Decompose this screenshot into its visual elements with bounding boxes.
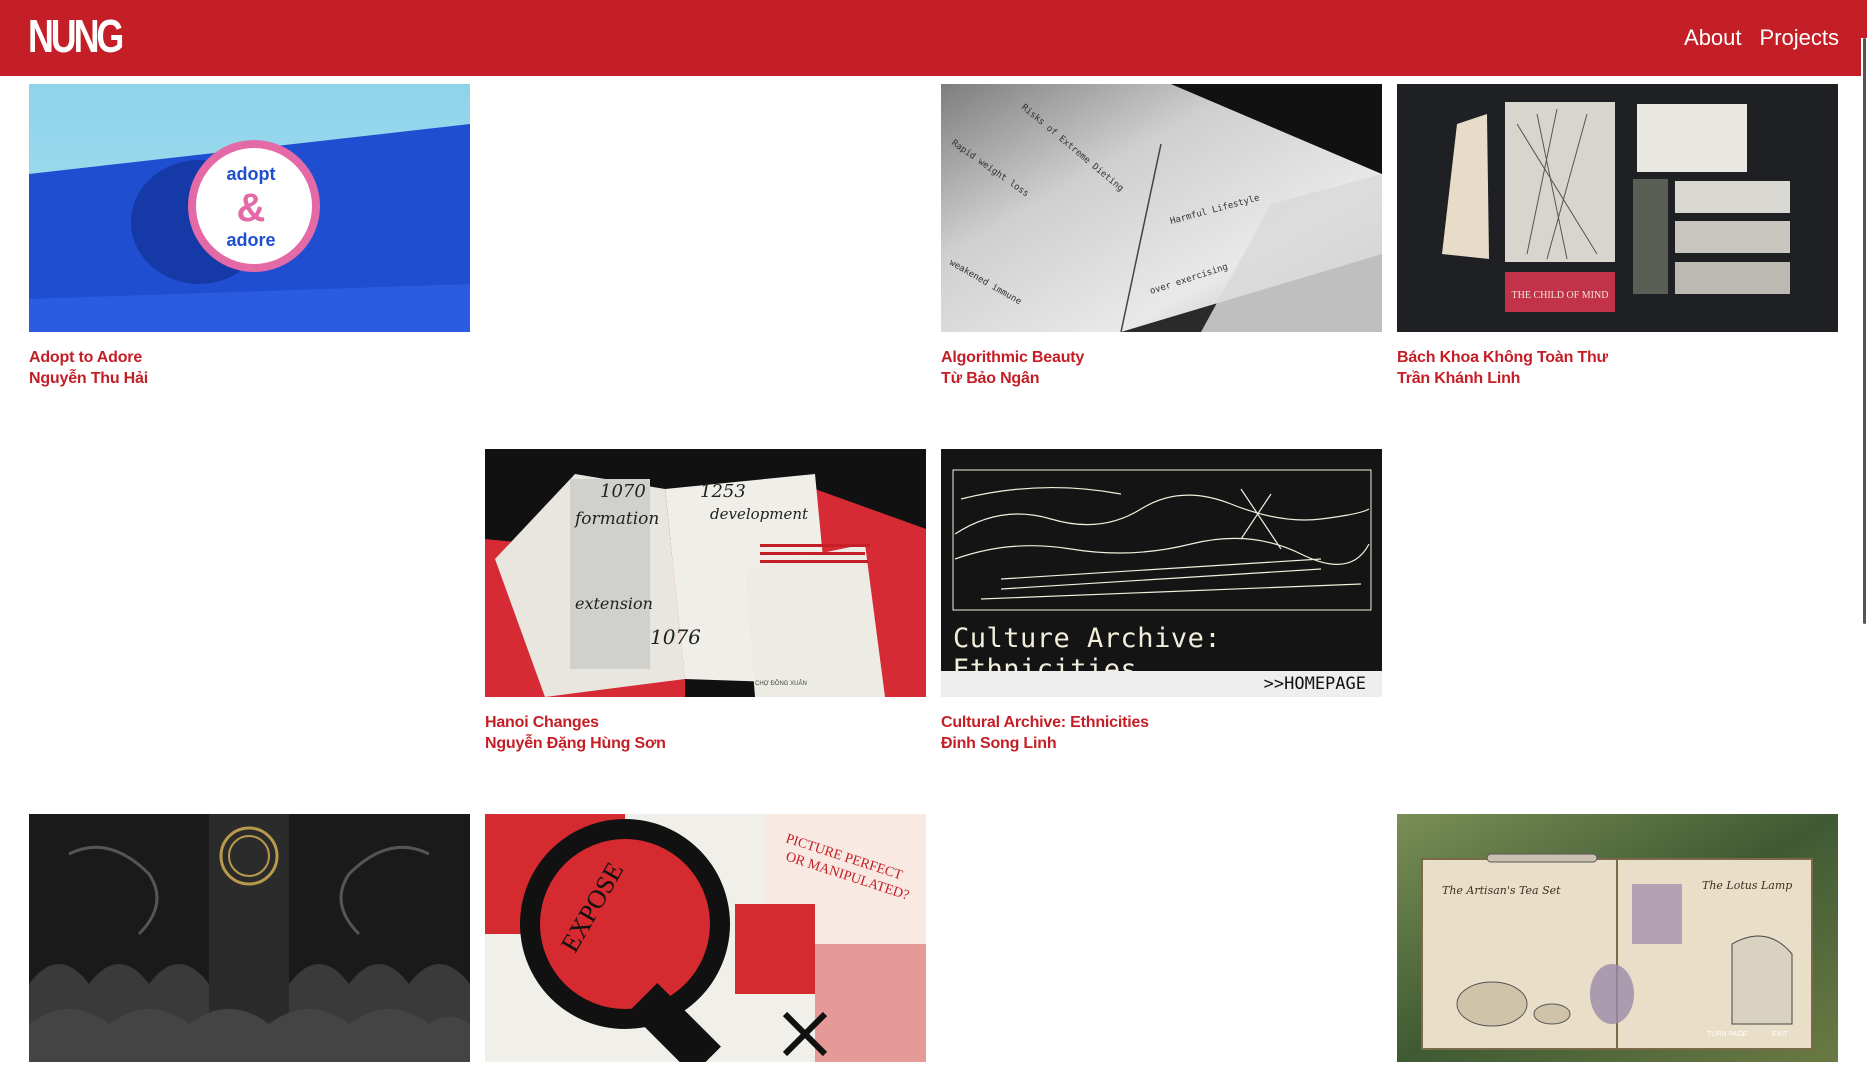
svg-text:EXIT: EXIT	[1772, 1031, 1788, 1038]
project-card[interactable]: Risks of Extreme Dieting Rapid weight lo…	[941, 84, 1382, 389]
project-thumbnail[interactable]: Culture Archive: Ethnicities >>HOMEPAGE	[941, 449, 1382, 697]
project-thumbnail[interactable]: EXPOSE PICTURE PERFECT OR MANIPULATED?	[485, 814, 926, 1062]
project-title[interactable]: Bách Khoa Không Toàn Thư	[1397, 347, 1838, 368]
project-card[interactable]	[29, 814, 470, 1062]
svg-text:CHỢ ĐỒNG XUÂN: CHỢ ĐỒNG XUÂN	[755, 680, 807, 687]
dragon-emblem-image	[29, 814, 470, 1062]
project-thumbnail[interactable]: 1070 formation 1253 development extensio…	[485, 449, 926, 697]
project-author[interactable]: Trần Khánh Linh	[1397, 368, 1838, 389]
svg-text:development: development	[710, 505, 809, 523]
project-thumbnail[interactable]: THE CHILD OF MIND	[1397, 84, 1838, 332]
svg-text:The Lotus Lamp: The Lotus Lamp	[1702, 879, 1792, 892]
scrollbar-thumb[interactable]	[1863, 38, 1866, 624]
site-header: NUNG About Projects	[0, 0, 1867, 76]
svg-text:extension: extension	[575, 594, 653, 613]
project-caption[interactable]: Algorithmic Beauty Từ Bảo Ngân	[941, 347, 1382, 389]
project-card[interactable]: 1070 formation 1253 development extensio…	[485, 449, 926, 754]
project-caption[interactable]: Cultural Archive: Ethnicities Đinh Song …	[941, 712, 1382, 754]
project-thumbnail[interactable]: Risks of Extreme Dieting Rapid weight lo…	[941, 84, 1382, 332]
svg-text:TURN PAGE: TURN PAGE	[1707, 1031, 1748, 1038]
project-thumbnail[interactable]: adopt & adore	[29, 84, 470, 332]
homepage-label: >>HOMEPAGE	[1263, 674, 1366, 694]
project-card[interactable]: adopt & adore Adopt to Adore Nguyễn Thu …	[29, 84, 470, 389]
svg-text:&: &	[237, 186, 266, 230]
nav-projects-link[interactable]: Projects	[1760, 24, 1839, 52]
svg-text:adopt: adopt	[227, 164, 276, 184]
project-card[interactable]: The Artisan's Tea Set The Lotus Lamp TUR…	[1397, 814, 1838, 1062]
project-caption[interactable]: Adopt to Adore Nguyễn Thu Hải	[29, 347, 470, 389]
svg-text:formation: formation	[573, 509, 659, 529]
svg-text:THE CHILD OF MIND: THE CHILD OF MIND	[1512, 290, 1609, 301]
project-card[interactable]: Culture Archive: Ethnicities >>HOMEPAGE …	[941, 449, 1382, 754]
adopt-adore-image: adopt & adore	[29, 84, 470, 332]
svg-text:1076: 1076	[650, 625, 701, 649]
hanoi-changes-image: 1070 formation 1253 development extensio…	[485, 449, 926, 697]
svg-text:1070: 1070	[600, 481, 646, 502]
project-title[interactable]: Adopt to Adore	[29, 347, 470, 368]
nav-about-link[interactable]: About	[1684, 24, 1742, 52]
project-caption[interactable]: Bách Khoa Không Toàn Thư Trần Khánh Linh	[1397, 347, 1838, 389]
project-author[interactable]: Nguyễn Thu Hải	[29, 368, 470, 389]
project-thumbnail[interactable]: The Artisan's Tea Set The Lotus Lamp TUR…	[1397, 814, 1838, 1062]
homepage-bar: >>HOMEPAGE	[941, 671, 1382, 697]
site-logo[interactable]: NUNG	[28, 13, 124, 59]
project-caption[interactable]: Hanoi Changes Nguyễn Đặng Hùng Sơn	[485, 712, 926, 754]
bach-khoa-image: THE CHILD OF MIND	[1397, 84, 1838, 332]
project-author[interactable]: Nguyễn Đặng Hùng Sơn	[485, 733, 926, 754]
main-nav: About Projects	[1684, 24, 1839, 52]
project-title[interactable]: Algorithmic Beauty	[941, 347, 1382, 368]
project-title[interactable]: Cultural Archive: Ethnicities	[941, 712, 1382, 733]
project-card[interactable]: THE CHILD OF MIND Bách Khoa Không Toàn T…	[1397, 84, 1838, 389]
artisan-tea-set-image: The Artisan's Tea Set The Lotus Lamp TUR…	[1397, 814, 1838, 1062]
project-thumbnail[interactable]	[29, 814, 470, 1062]
expose-image: EXPOSE PICTURE PERFECT OR MANIPULATED?	[485, 814, 926, 1062]
project-author[interactable]: Đinh Song Linh	[941, 733, 1382, 754]
svg-text:1253: 1253	[700, 481, 746, 502]
svg-text:adore: adore	[226, 230, 275, 250]
algorithmic-beauty-image: Risks of Extreme Dieting Rapid weight lo…	[941, 84, 1382, 332]
project-author[interactable]: Từ Bảo Ngân	[941, 368, 1382, 389]
project-card[interactable]: EXPOSE PICTURE PERFECT OR MANIPULATED?	[485, 814, 926, 1062]
project-title[interactable]: Hanoi Changes	[485, 712, 926, 733]
svg-text:The Artisan's Tea Set: The Artisan's Tea Set	[1442, 884, 1561, 897]
